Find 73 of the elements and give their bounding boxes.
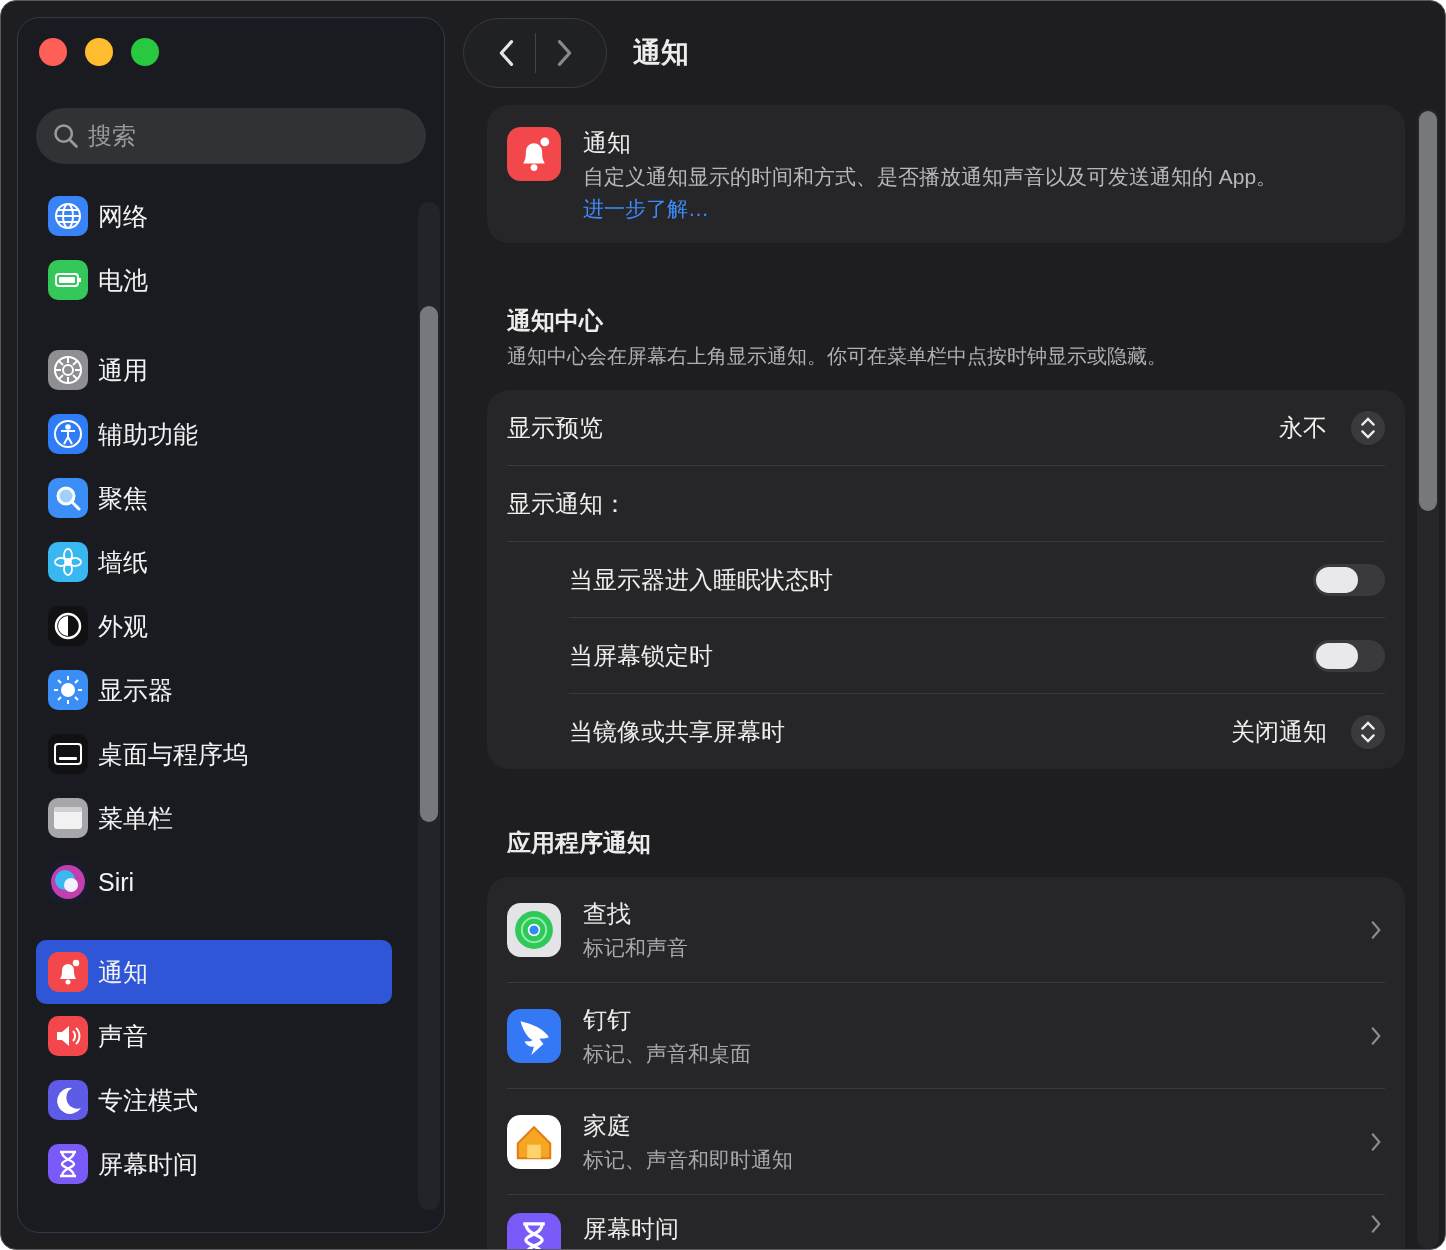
intro-title: 通知 [583,128,632,158]
sidebar-item[interactable]: 桌面与程序坞 [36,722,392,786]
learn-more-link[interactable]: 进一步了解… [583,195,1278,223]
app-name: 查找 [583,898,632,929]
sidebar-item[interactable]: 电池 [36,248,392,312]
setting-label: 显示通知： [507,488,627,519]
sidebar-item[interactable]: 聚焦 [36,466,392,530]
sun-icon [48,670,88,710]
speaker-icon [48,1016,88,1056]
section-title: 应用程序通知 [506,828,652,858]
sidebar-item[interactable]: 墙纸 [36,530,392,594]
setting-label: 当镜像或共享屏幕时 [569,716,785,747]
setting-label: 当屏幕锁定时 [569,640,713,671]
intro-description: 自定义通知显示的时间和方式、是否播放通知声音以及可发送通知的 App。 [583,164,1278,190]
sidebar-item[interactable]: Siri [36,850,392,914]
section-title: 通知中心 [506,306,604,336]
wing-icon [507,1008,561,1063]
zoom-button[interactable] [131,38,159,66]
app-name: 钉钉 [583,1004,632,1035]
app-row[interactable]: 屏幕时间 [507,1195,1385,1249]
scrollbar[interactable] [1417,109,1439,1249]
magnifier-icon [48,478,88,518]
app-name: 家庭 [583,1110,632,1141]
chevron-icon [1369,918,1383,941]
search-field[interactable]: 搜索 [36,108,426,164]
accessibility-icon [48,414,88,454]
bell-icon [507,127,561,181]
orb-icon [48,862,88,902]
chevron-icon [1369,1024,1383,1047]
stepper-icon [1351,714,1385,749]
popup-button[interactable]: 关闭通知 [1231,714,1385,749]
sidebar-item[interactable]: 屏幕时间 [36,1132,392,1196]
toggle-switch[interactable] [1313,639,1385,672]
battery-icon [48,260,88,300]
app-row[interactable]: 查找 标记和声音 [507,877,1385,983]
scrollbar[interactable] [418,202,440,1210]
section-description: 通知中心会在屏幕右上角显示通知。你可在菜单栏中点按时钟显示或隐藏。 [506,344,1168,369]
sidebar-item[interactable]: 辅助功能 [36,402,392,466]
app-name: 屏幕时间 [583,1214,680,1244]
moon-icon [48,1080,88,1120]
app-detail: 标记、声音和桌面 [583,1040,752,1067]
sidebar-item[interactable]: 通用 [36,338,392,402]
gear-icon [48,350,88,390]
hourglass-icon [48,1144,88,1184]
page-title: 通知 [633,36,689,70]
sidebar-item[interactable]: 显示器 [36,658,392,722]
stepper-icon [1351,410,1385,445]
app-detail: 标记和声音 [583,934,689,961]
minimize-button[interactable] [85,38,113,66]
window-icon [48,798,88,838]
close-button[interactable] [39,38,67,66]
appearance-icon [48,606,88,646]
sidebar-item[interactable]: 外观 [36,594,392,658]
dock-icon [48,734,88,774]
app-row[interactable]: 家庭 标记、声音和即时通知 [507,1089,1385,1195]
chevron-icon [1369,1130,1383,1153]
popup-button[interactable]: 永不 [1279,410,1385,445]
app-row[interactable]: 钉钉 标记、声音和桌面 [507,983,1385,1089]
chevron-icon [1369,1213,1383,1235]
radar-icon [507,902,561,957]
app-detail: 标记、声音和即时通知 [583,1146,794,1173]
bell-icon [48,952,88,992]
sidebar-item[interactable]: 通知 [36,940,392,1004]
house-icon [507,1114,561,1169]
sidebar-item[interactable]: 专注模式 [36,1068,392,1132]
toggle-switch[interactable] [1313,563,1385,596]
flower-icon [48,542,88,582]
sidebar-item[interactable]: 网络 [36,184,392,248]
sidebar-item[interactable]: 声音 [36,1004,392,1068]
globe-icon [48,196,88,236]
setting-label: 当显示器进入睡眠状态时 [569,564,833,595]
setting-label: 显示预览 [507,412,603,443]
sidebar-item[interactable]: 菜单栏 [36,786,392,850]
